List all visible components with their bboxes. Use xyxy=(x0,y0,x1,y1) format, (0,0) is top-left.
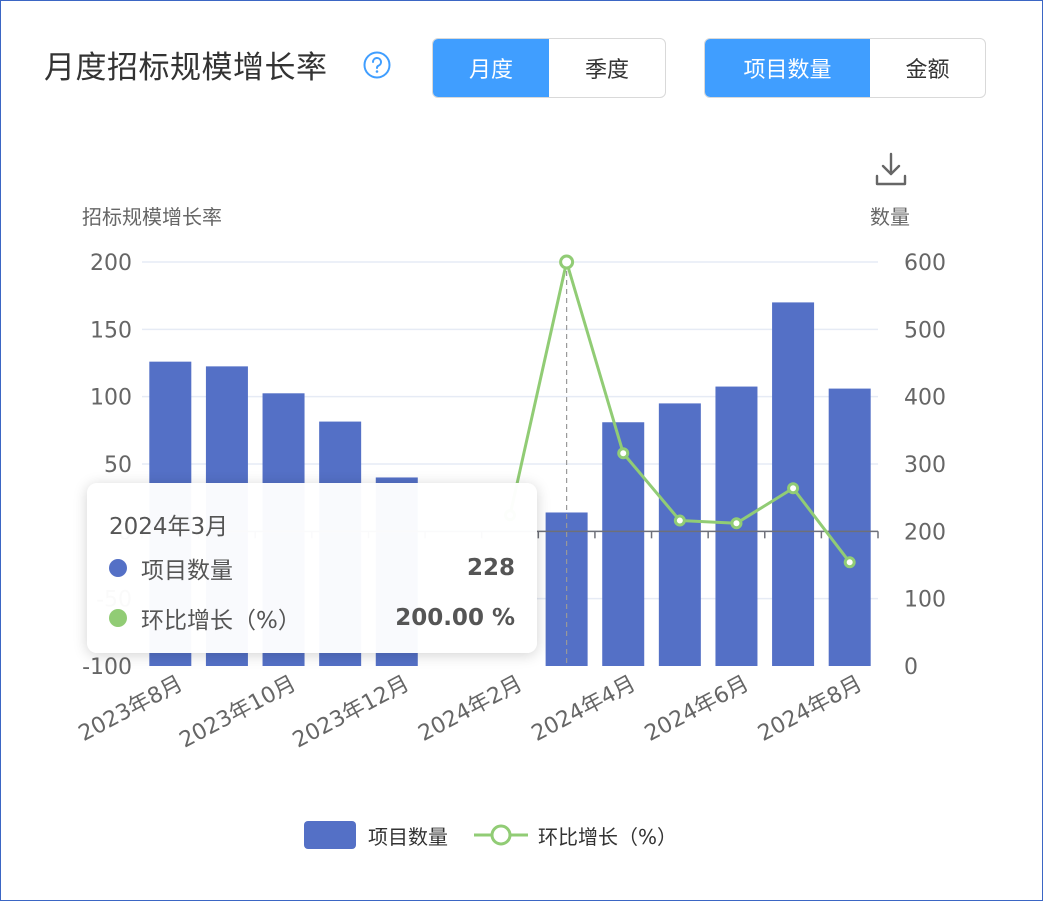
chart-tooltip: 2024年3月 项目数量 228 环比增长（%） 200.00 % xyxy=(87,483,537,653)
bar[interactable] xyxy=(828,388,871,666)
x-tick-label: 2024年6月 xyxy=(641,671,753,747)
x-tick-label: 2023年10月 xyxy=(176,671,301,753)
tooltip-row-value: 228 xyxy=(466,555,515,581)
chart-plot: 招标规模增长率 数量 200150100500-50-1006005004003… xyxy=(75,205,946,753)
y-tick-left-label: 150 xyxy=(90,318,132,343)
line-point[interactable] xyxy=(559,254,575,270)
y-tick-left-label: 50 xyxy=(104,453,132,478)
y-tick-left-label: 200 xyxy=(90,251,132,276)
bar-series-dot-icon xyxy=(109,559,127,577)
bar[interactable] xyxy=(658,403,701,666)
line-point[interactable] xyxy=(787,482,800,495)
tooltip-row-value: 200.00 % xyxy=(395,605,515,631)
tooltip-row-label: 环比增长（%） xyxy=(141,608,301,634)
legend-bar-label[interactable]: 项目数量 xyxy=(368,821,448,850)
y-tick-right-label: 400 xyxy=(904,386,946,411)
tooltip-row-growth: 环比增长（%） 200.00 % xyxy=(109,601,515,635)
x-tick-label: 2024年4月 xyxy=(528,671,640,747)
y-tick-right-label: 200 xyxy=(904,520,946,545)
chart-legend: 项目数量 环比增长（%） xyxy=(304,818,677,852)
legend-line-label[interactable]: 环比增长（%） xyxy=(538,821,677,850)
tooltip-row-count: 项目数量 228 xyxy=(109,551,515,585)
x-tick-label: 2024年8月 xyxy=(754,671,866,747)
line-point[interactable] xyxy=(730,517,743,530)
x-tick-label: 2024年2月 xyxy=(414,671,526,747)
tooltip-row-label: 项目数量 xyxy=(141,558,233,584)
x-tick-label: 2023年8月 xyxy=(75,671,187,747)
legend-line-swatch[interactable] xyxy=(472,821,530,849)
y-tick-left-label: -100 xyxy=(82,655,132,680)
line-series-dot-icon xyxy=(109,609,127,627)
y-tick-right-label: 0 xyxy=(904,655,918,680)
y-tick-left-label: 100 xyxy=(90,386,132,411)
line-point[interactable] xyxy=(673,514,686,527)
y-axis-left-title: 招标规模增长率 xyxy=(82,205,222,229)
y-axis-right-title: 数量 xyxy=(870,205,910,229)
line-point[interactable] xyxy=(843,556,856,569)
line-point[interactable] xyxy=(617,447,630,460)
tooltip-title: 2024年3月 xyxy=(109,514,229,540)
y-tick-right-label: 300 xyxy=(904,453,946,478)
y-tick-right-label: 600 xyxy=(904,251,946,276)
legend-bar-swatch[interactable] xyxy=(304,821,356,849)
x-tick-label: 2023年12月 xyxy=(289,671,414,753)
y-tick-right-label: 500 xyxy=(904,318,946,343)
y-tick-right-label: 100 xyxy=(904,588,946,613)
